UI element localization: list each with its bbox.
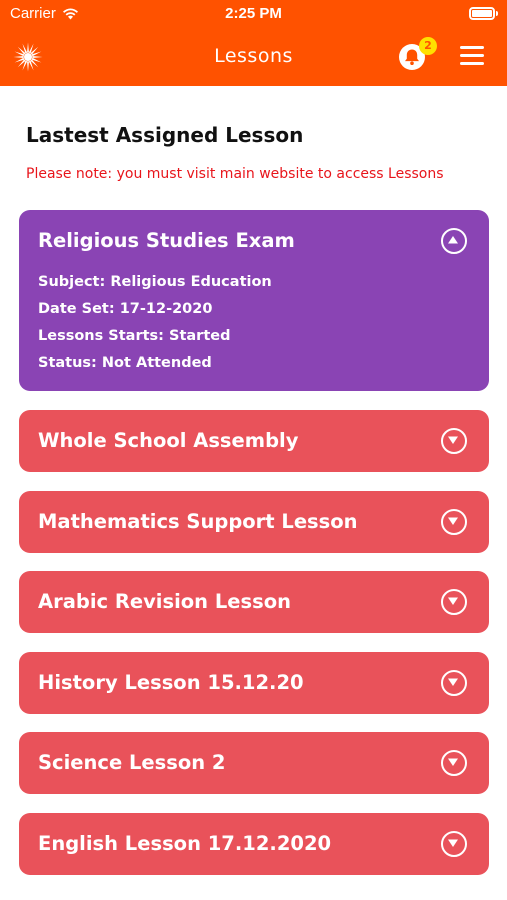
battery-icon (469, 7, 498, 20)
lesson-title: History Lesson 15.12.20 (38, 671, 304, 694)
lesson-title: Science Lesson 2 (38, 751, 226, 774)
lesson-date-set: Date Set: 17-12-2020 (38, 301, 213, 317)
chevron-down-icon[interactable] (441, 509, 467, 535)
section-heading: Lastest Assigned Lesson (26, 123, 304, 147)
notification-badge: 2 (419, 37, 437, 55)
lesson-card[interactable]: Arabic Revision Lesson (19, 571, 489, 633)
lesson-card[interactable]: Science Lesson 2 (19, 732, 489, 794)
chevron-down-icon[interactable] (441, 589, 467, 615)
chevron-up-icon[interactable] (441, 228, 467, 254)
clock: 2:25 PM (225, 5, 282, 22)
status-bar: Carrier 2:25 PM (0, 0, 507, 28)
nav-bar: Lessons 2 (0, 28, 507, 86)
chevron-down-icon[interactable] (441, 750, 467, 776)
notice-text: Please note: you must visit main website… (26, 166, 444, 182)
lesson-card[interactable]: Whole School Assembly (19, 410, 489, 472)
lesson-title: Religious Studies Exam (38, 229, 295, 252)
menu-icon[interactable] (460, 46, 484, 66)
chevron-down-icon[interactable] (441, 428, 467, 454)
lesson-card[interactable]: Mathematics Support Lesson (19, 491, 489, 553)
lesson-title: English Lesson 17.12.2020 (38, 832, 332, 855)
lesson-title: Arabic Revision Lesson (38, 590, 291, 613)
lesson-subject: Subject: Religious Education (38, 274, 272, 290)
lesson-card[interactable]: English Lesson 17.12.2020 (19, 813, 489, 875)
chevron-down-icon[interactable] (441, 670, 467, 696)
lesson-title: Whole School Assembly (38, 429, 299, 452)
lesson-title: Mathematics Support Lesson (38, 510, 358, 533)
lesson-starts: Lessons Starts: Started (38, 328, 231, 344)
lesson-card[interactable]: History Lesson 15.12.20 (19, 652, 489, 714)
chevron-down-icon[interactable] (441, 831, 467, 857)
lesson-status: Status: Not Attended (38, 355, 212, 371)
lesson-card-expanded[interactable]: Religious Studies Exam Subject: Religiou… (19, 210, 489, 391)
